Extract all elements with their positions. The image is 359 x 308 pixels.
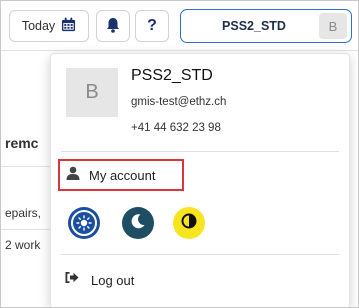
page-text-fragment: epairs, [5,206,42,220]
theme-contrast-button[interactable] [173,207,205,239]
menu-divider [61,254,339,255]
page-text-fragment: 2 work [5,238,41,252]
logout-label: Log out [91,272,135,288]
notifications-button[interactable] [96,10,130,42]
sun-icon [71,210,97,236]
menu-divider [61,151,339,152]
logout-menu-item[interactable]: Log out [65,266,134,294]
today-label: Today [21,19,56,33]
contrast-icon [181,213,197,234]
profile-name: PSS2_STD [131,67,213,84]
help-button[interactable]: ? [135,10,169,42]
user-icon [66,166,80,185]
account-dropdown: B PSS2_STD gmis-test@ethz.ch +41 44 632 … [50,53,350,307]
app-window: remc epairs, 2 work Today ? PSS2_STD B B… [0,0,359,308]
moon-icon [130,213,146,234]
profile-phone: +41 44 632 23 98 [131,122,221,134]
calendar-icon [61,17,76,35]
account-menu-button[interactable]: PSS2_STD B [180,9,352,43]
logout-icon [65,271,79,289]
bg-divider [1,166,51,167]
account-avatar: B [319,13,347,39]
profile-email: gmis-test@ethz.ch [131,96,227,108]
profile-avatar: B [66,68,118,117]
today-button[interactable]: Today [9,10,89,42]
bell-icon [106,17,120,36]
my-account-label: My account [89,167,156,183]
page-heading-fragment: remc [5,135,39,151]
help-icon: ? [147,17,157,34]
theme-light-button[interactable] [68,207,100,239]
top-toolbar: Today ? PSS2_STD B [1,1,358,51]
account-name: PSS2_STD [222,19,286,33]
theme-dark-button[interactable] [122,207,154,239]
my-account-menu-item[interactable]: My account [58,159,184,191]
bg-divider [1,229,51,230]
